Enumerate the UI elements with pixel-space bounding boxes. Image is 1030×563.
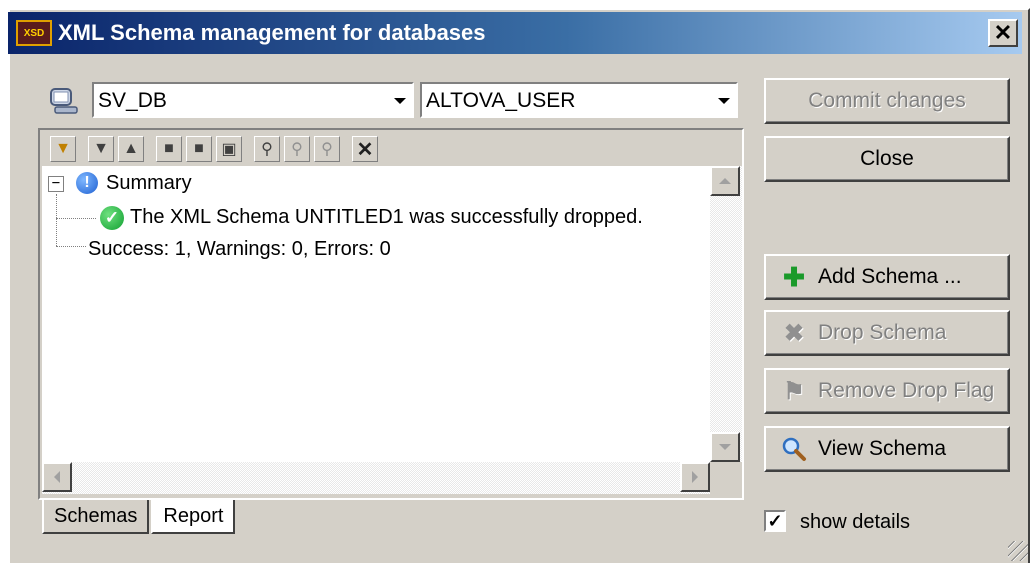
report-panel: ▼ ▼ ▲ ■ ■ ▣ ⚲ ⚲ ⚲ ✕ − ! Summary ✓ The XM… [38,128,744,500]
summary-node[interactable]: Summary [106,170,192,196]
collapse-toggle[interactable]: − [48,176,64,192]
close-label: Close [860,147,914,170]
find-next-icon[interactable]: ⚲ [284,136,310,162]
database-select[interactable]: SV_DB [92,82,414,118]
user-select-value: ALTOVA_USER [426,89,576,112]
paste-icon[interactable]: ■ [186,136,212,162]
xsd-app-icon: XSD [16,20,52,46]
scroll-up-button[interactable] [710,166,740,196]
tab-schemas[interactable]: Schemas [42,500,150,534]
move-down-icon[interactable]: ▼ [88,136,114,162]
remove-drop-flag-label: Remove Drop Flag [818,379,995,402]
show-details-checkbox[interactable]: ✓ [764,510,786,532]
close-button[interactable]: Close [764,136,1010,182]
close-window-button[interactable]: ✕ [988,19,1018,47]
save-icon[interactable]: ▣ [216,136,242,162]
scroll-left-button[interactable] [42,462,72,492]
add-schema-label: Add Schema ... [818,265,962,288]
user-select[interactable]: ALTOVA_USER [420,82,738,118]
drop-schema-button[interactable]: ✖ Drop Schema [764,310,1010,356]
copy-icon[interactable]: ■ [156,136,182,162]
report-tree: − ! Summary ✓ The XML Schema UNTITLED1 w… [42,166,710,462]
clear-icon[interactable]: ✕ [352,136,378,162]
view-schema-label: View Schema [818,437,947,460]
remove-drop-flag-button[interactable]: ⚑ Remove Drop Flag [764,368,1010,414]
filter-icon[interactable]: ▼ [50,136,76,162]
tab-report[interactable]: Report [151,500,236,534]
vertical-scrollbar[interactable] [710,166,742,462]
find-previous-icon[interactable]: ⚲ [314,136,340,162]
drop-schema-label: Drop Schema [818,321,947,344]
scrollbar-corner [710,462,742,494]
tree-line [56,194,57,246]
view-schema-button[interactable]: View Schema [764,426,1010,472]
drop-success-message[interactable]: The XML Schema UNTITLED1 was successfull… [130,204,643,230]
show-details-label[interactable]: show details [800,510,910,534]
drop-schema-icon: ✖ [783,319,805,347]
scroll-right-icon [692,471,698,483]
resize-grip-icon[interactable] [1008,541,1028,561]
scroll-down-icon [719,444,731,450]
scroll-down-button[interactable] [710,432,740,462]
info-icon: ! [76,172,98,194]
plus-icon: ✚ [783,261,805,292]
chevron-down-icon[interactable] [718,98,730,104]
tree-line [56,218,96,219]
remove-drop-flag-icon: ⚑ [783,377,805,405]
database-connection-icon [50,88,78,114]
database-select-value: SV_DB [98,89,167,112]
magnifier-icon [780,435,808,463]
commit-changes-button[interactable]: Commit changes [764,78,1010,124]
view-tabs: Schemas Report [42,500,237,536]
scroll-left-icon [54,471,60,483]
commit-changes-label: Commit changes [808,89,966,112]
scroll-right-button[interactable] [680,462,710,492]
tree-line [56,246,86,247]
chevron-down-icon[interactable] [394,98,406,104]
horizontal-scrollbar[interactable] [42,462,710,494]
title-bar: XSD XML Schema management for databases … [8,12,1022,54]
move-up-icon[interactable]: ▲ [118,136,144,162]
report-toolbar: ▼ ▼ ▲ ■ ■ ▣ ⚲ ⚲ ⚲ ✕ [50,134,382,164]
success-icon: ✓ [100,206,124,230]
add-schema-button[interactable]: ✚ Add Schema ... [764,254,1010,300]
scroll-up-icon [719,178,731,184]
find-icon[interactable]: ⚲ [254,136,280,162]
report-totals[interactable]: Success: 1, Warnings: 0, Errors: 0 [88,236,391,262]
window-title: XML Schema management for databases [58,20,486,45]
